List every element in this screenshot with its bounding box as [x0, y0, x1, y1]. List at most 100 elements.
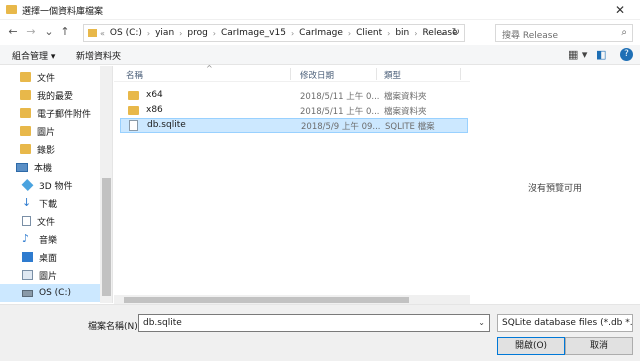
column-divider[interactable] [460, 68, 461, 80]
folder-icon [128, 91, 139, 100]
sidebar-item-pictures[interactable]: 圖片 [0, 266, 100, 284]
address-bar[interactable]: « OS (C:) › yian › prog › CarImage_v15 ›… [83, 24, 465, 42]
breadcrumb-item[interactable]: CarImage_v15 [221, 28, 286, 38]
help-icon[interactable]: ? [620, 48, 633, 61]
table-row[interactable]: x64 2018/5/11 上午 0... 檔案資料夾 [120, 88, 468, 103]
organize-button[interactable]: 組合管理 ▾ [12, 49, 55, 62]
view-options-icon[interactable]: ▦ ▾ [568, 48, 587, 61]
preview-pane: 沒有預覽可用 [470, 66, 640, 303]
desktop-icon [22, 252, 33, 262]
chevron-right-icon[interactable]: › [291, 29, 294, 38]
sidebar-item-documents-library[interactable]: 文件 [0, 212, 100, 230]
folder-icon [20, 144, 31, 154]
column-header-name[interactable]: 名稱 [126, 69, 143, 81]
file-type: 檔案資料夾 [384, 107, 427, 117]
file-list: 名稱 ^ 修改日期 類型 x64 2018/5/11 上午 0... 檔案資料夾… [114, 64, 470, 305]
breadcrumb-item[interactable]: bin [395, 28, 409, 38]
sidebar-item-label: 3D 物件 [39, 181, 73, 192]
forward-arrow-icon[interactable]: → [24, 25, 38, 39]
open-button[interactable]: 開啟(O) [497, 337, 565, 355]
search-input[interactable]: 搜尋 Release ⌕ [495, 24, 633, 42]
sidebar-item-downloads[interactable]: ↓ 下載 [0, 194, 100, 212]
sidebar-item-desktop[interactable]: 桌面 [0, 248, 100, 266]
breadcrumb-item[interactable]: Client [356, 28, 382, 38]
table-row[interactable]: db.sqlite 2018/5/9 上午 09... SQLITE 檔案 [120, 118, 468, 133]
file-type: 檔案資料夾 [384, 92, 427, 102]
overflow-chevron-icon[interactable]: « [100, 29, 105, 38]
sidebar-item-label: 文件 [37, 217, 56, 228]
back-arrow-icon[interactable]: ← [6, 25, 20, 39]
new-folder-button[interactable]: 新增資料夾 [76, 49, 121, 62]
dialog-footer: 檔案名稱(N): db.sqlite ⌄ SQLite database fil… [0, 304, 640, 361]
sidebar-item-recordings[interactable]: 錄影 [0, 140, 100, 158]
folder-icon [128, 106, 139, 115]
sidebar-scrollbar-thumb[interactable] [102, 178, 111, 296]
up-arrow-icon[interactable]: ↑ [58, 25, 72, 39]
file-type-select[interactable]: SQLite database files (*.db *.s [497, 314, 633, 332]
chevron-right-icon[interactable]: › [387, 29, 390, 38]
folder-icon [6, 5, 17, 14]
sidebar-item-os-drive[interactable]: OS (C:) [0, 284, 100, 302]
sidebar-item-label: 圖片 [37, 127, 56, 138]
column-divider[interactable] [290, 68, 291, 80]
sidebar-item-pictures-folder[interactable]: 圖片 [0, 122, 100, 140]
chevron-right-icon[interactable]: › [147, 29, 150, 38]
file-type: SQLITE 檔案 [385, 122, 435, 132]
sidebar-item-label: 桌面 [39, 253, 58, 264]
column-header-date[interactable]: 修改日期 [300, 69, 334, 81]
chevron-right-icon[interactable]: › [348, 29, 351, 38]
sidebar-item-label: 文件 [37, 73, 56, 84]
folder-icon [20, 72, 31, 82]
command-bar: 組合管理 ▾ 新增資料夾 ▦ ▾ ◧ ? [0, 45, 640, 65]
chevron-right-icon[interactable]: › [213, 29, 216, 38]
chevron-down-icon[interactable]: ⌄ [478, 318, 485, 327]
preview-pane-icon[interactable]: ◧ [596, 48, 606, 61]
breadcrumb-item[interactable]: yian [155, 28, 174, 38]
sidebar-item-email-attachments[interactable]: 電子郵件附件 [0, 104, 100, 122]
file-date: 2018/5/11 上午 0... [300, 92, 380, 102]
chevron-right-icon[interactable]: › [179, 29, 182, 38]
sidebar-item-label: OS (C:) [39, 288, 71, 298]
table-row[interactable]: x86 2018/5/11 上午 0... 檔案資料夾 [120, 103, 468, 118]
column-divider[interactable] [376, 68, 377, 80]
recent-locations-icon[interactable]: ⌄ [42, 25, 56, 39]
folder-icon [88, 29, 97, 37]
sidebar-item-favorites[interactable]: 我的最愛 [0, 86, 100, 104]
breadcrumb-item[interactable]: CarImage [299, 28, 343, 38]
file-list-scrollbar-thumb[interactable] [124, 297, 409, 303]
breadcrumb: « OS (C:) › yian › prog › CarImage_v15 ›… [100, 28, 458, 38]
refresh-icon[interactable]: ↻ [452, 27, 460, 38]
close-icon[interactable]: ✕ [606, 2, 634, 18]
column-header-type[interactable]: 類型 [384, 69, 401, 81]
sidebar-item-label: 本機 [34, 163, 53, 174]
address-dropdown-icon[interactable]: ⌄ [439, 28, 446, 37]
search-placeholder: 搜尋 Release [502, 31, 559, 41]
sidebar-item-this-pc[interactable]: 本機 [0, 158, 100, 176]
file-name: x86 [146, 105, 163, 115]
file-type-value: SQLite database files (*.db *.s [502, 318, 633, 328]
sidebar-item-documents[interactable]: 文件 [0, 68, 100, 86]
breadcrumb-item[interactable]: OS (C:) [110, 28, 142, 38]
navigation-pane: 文件 我的最愛 電子郵件附件 圖片 錄影 本機 3D 物件 ↓ 下載 文件 ♪ … [0, 66, 113, 303]
sidebar-item-label: 圖片 [39, 271, 58, 282]
breadcrumb-item[interactable]: prog [187, 28, 207, 38]
chevron-right-icon[interactable]: › [414, 29, 417, 38]
filename-label: 檔案名稱(N): [88, 322, 141, 332]
sidebar-item-label: 錄影 [37, 145, 56, 156]
sidebar-item-label: 下載 [39, 199, 58, 210]
drive-icon [22, 289, 33, 297]
cancel-button[interactable]: 取消 [565, 337, 633, 355]
sidebar-item-3d-objects[interactable]: 3D 物件 [0, 176, 100, 194]
3d-objects-icon [21, 179, 34, 191]
folder-icon [20, 108, 31, 118]
download-icon: ↓ [22, 196, 32, 209]
file-icon [129, 120, 138, 131]
folder-icon [20, 126, 31, 136]
navigation-bar: ← → ⌄ ↑ « OS (C:) › yian › prog › CarIma… [0, 21, 640, 43]
search-icon[interactable]: ⌕ [621, 27, 627, 38]
sidebar-item-music[interactable]: ♪ 音樂 [0, 230, 100, 248]
pictures-icon [22, 270, 33, 280]
filename-input[interactable]: db.sqlite ⌄ [138, 314, 490, 332]
column-header-row: 名稱 ^ 修改日期 類型 [114, 64, 470, 82]
sidebar-item-label: 音樂 [39, 235, 58, 246]
